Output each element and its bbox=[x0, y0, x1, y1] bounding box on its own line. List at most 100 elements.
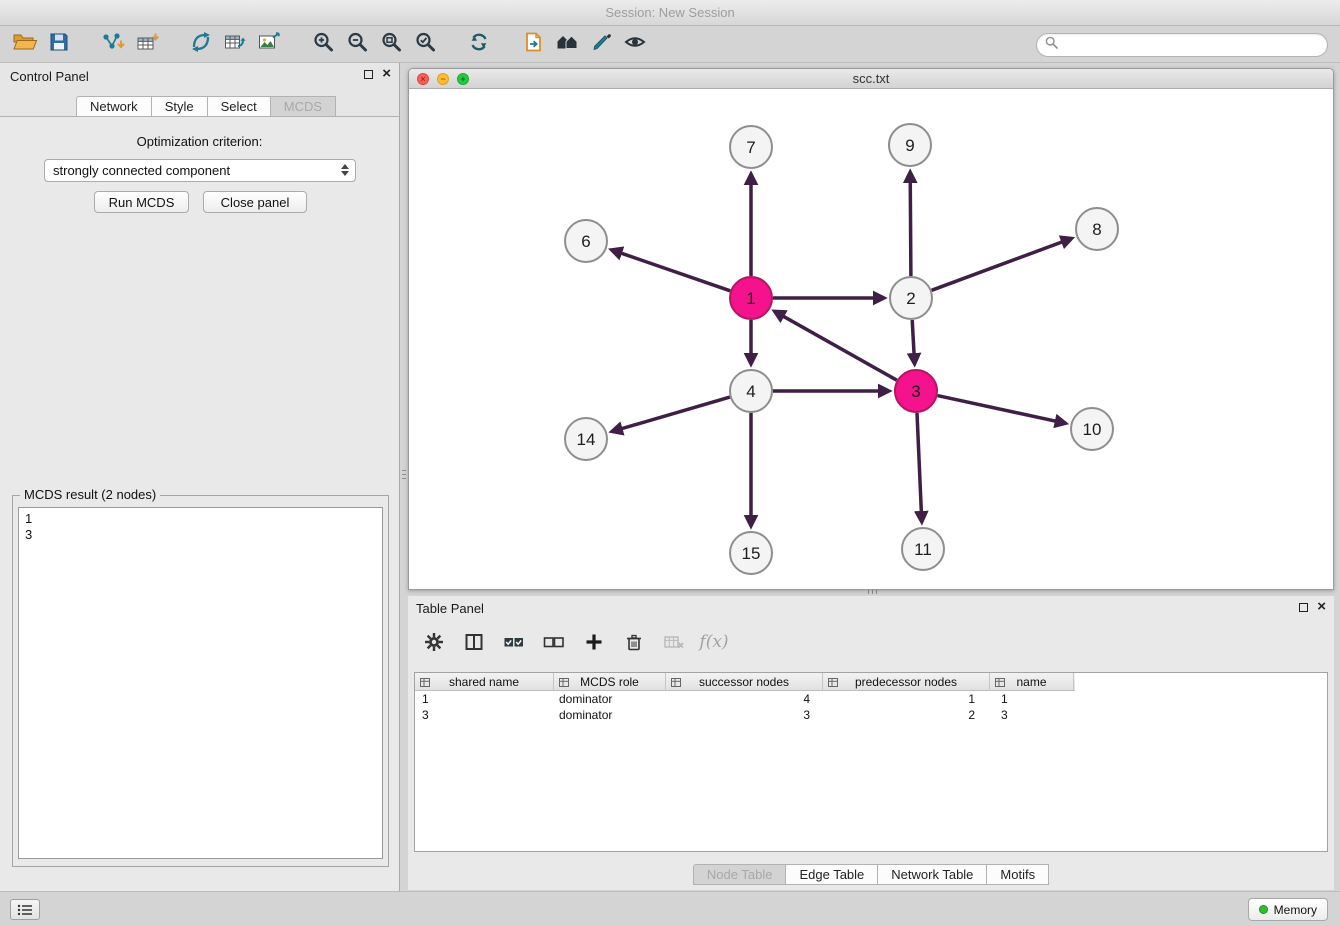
criterion-select[interactable]: strongly connected component bbox=[44, 159, 356, 182]
open-session-button[interactable] bbox=[8, 30, 42, 60]
column-edit-icon bbox=[420, 677, 430, 688]
graph-node-1[interactable]: 1 bbox=[730, 277, 772, 319]
mcds-result-list[interactable]: 13 bbox=[18, 507, 383, 859]
table-cell[interactable]: 1 bbox=[823, 691, 990, 707]
column-header-successor-nodes[interactable]: successor nodes bbox=[666, 673, 823, 691]
column-header-shared-name[interactable]: shared name bbox=[415, 673, 554, 691]
network-canvas[interactable]: 7 9 6 8 1 2 4 3 14 10 15 11 bbox=[409, 90, 1333, 589]
table-cell[interactable]: 1 bbox=[415, 691, 554, 707]
graph-node-10[interactable]: 10 bbox=[1071, 408, 1113, 450]
graph-node-11[interactable]: 11 bbox=[902, 528, 944, 570]
delete-row-button[interactable] bbox=[622, 630, 646, 654]
maximize-window-icon[interactable]: + bbox=[457, 73, 469, 85]
show-details-button[interactable] bbox=[618, 30, 652, 60]
graph-node-9[interactable]: 9 bbox=[889, 124, 931, 166]
table-cell[interactable]: 4 bbox=[666, 691, 823, 707]
graph-node-4[interactable]: 4 bbox=[730, 370, 772, 412]
import-network-button[interactable] bbox=[96, 30, 130, 60]
column-header-predecessor-nodes[interactable]: predecessor nodes bbox=[823, 673, 990, 691]
search-input[interactable] bbox=[1063, 37, 1319, 54]
graph-node-3[interactable]: 3 bbox=[895, 370, 937, 412]
graph-node-14[interactable]: 14 bbox=[565, 418, 607, 460]
vertical-splitter-handle[interactable] bbox=[401, 460, 407, 488]
table-cell[interactable]: 1 bbox=[990, 691, 1074, 707]
graph-edge-3-11[interactable] bbox=[917, 413, 922, 522]
quick-search-field[interactable] bbox=[1036, 33, 1328, 57]
tab-motifs[interactable]: Motifs bbox=[987, 864, 1049, 885]
zoom-out-button[interactable] bbox=[340, 30, 374, 60]
pen-brush-icon bbox=[590, 31, 612, 58]
show-hidden-panels-button[interactable] bbox=[10, 899, 40, 920]
table-cell[interactable]: 3 bbox=[415, 707, 554, 723]
table-cell[interactable]: dominator bbox=[554, 707, 666, 723]
tab-node-table[interactable]: Node Table bbox=[693, 864, 787, 885]
mcds-result-line: 3 bbox=[25, 527, 376, 543]
new-table-button[interactable] bbox=[218, 30, 252, 60]
save-session-button[interactable] bbox=[42, 30, 76, 60]
tab-network[interactable]: Network bbox=[76, 96, 152, 117]
control-panel: Control Panel × Network Style Select MCD… bbox=[0, 63, 400, 892]
run-mcds-button[interactable]: Run MCDS bbox=[94, 191, 189, 213]
column-header-name[interactable]: name bbox=[990, 673, 1074, 691]
graph-node-6[interactable]: 6 bbox=[565, 220, 607, 262]
node-table[interactable]: shared name MCDS role successor nodes pr… bbox=[414, 672, 1328, 852]
network-arrows-icon bbox=[190, 31, 212, 58]
table-cell[interactable]: 3 bbox=[666, 707, 823, 723]
graph-edge-3-1[interactable] bbox=[775, 311, 897, 380]
table-row[interactable]: 1dominator411 bbox=[415, 691, 1327, 707]
graph-edge-2-3[interactable] bbox=[912, 320, 914, 364]
minimize-window-icon[interactable]: − bbox=[437, 73, 449, 85]
graph-edge-3-10[interactable] bbox=[938, 396, 1066, 424]
graph-node-2[interactable]: 2 bbox=[890, 277, 932, 319]
column-edit-icon bbox=[671, 677, 681, 688]
zoom-in-button[interactable] bbox=[306, 30, 340, 60]
network-window-titlebar[interactable]: × − + scc.txt bbox=[409, 69, 1333, 89]
tab-select[interactable]: Select bbox=[208, 96, 271, 117]
graph-edge-4-14[interactable] bbox=[612, 397, 730, 431]
graph-edge-2-9[interactable] bbox=[910, 172, 911, 276]
annotations-button[interactable] bbox=[584, 30, 618, 60]
export-image-button[interactable] bbox=[252, 30, 286, 60]
new-network-button[interactable] bbox=[184, 30, 218, 60]
graph-node-label: 10 bbox=[1083, 420, 1102, 439]
table-cell[interactable]: 2 bbox=[823, 707, 990, 723]
select-all-rows-button[interactable] bbox=[502, 630, 526, 654]
float-table-panel-icon[interactable] bbox=[1299, 603, 1308, 612]
show-columns-button[interactable] bbox=[462, 630, 486, 654]
float-panel-icon[interactable] bbox=[364, 70, 373, 79]
refresh-view-button[interactable] bbox=[462, 30, 496, 60]
graph-edge-1-6[interactable] bbox=[612, 250, 731, 291]
zoom-selected-button[interactable] bbox=[408, 30, 442, 60]
first-neighbors-button[interactable] bbox=[550, 30, 584, 60]
graph-edge-2-8[interactable] bbox=[932, 238, 1072, 290]
tab-style[interactable]: Style bbox=[152, 96, 208, 117]
table-settings-button[interactable] bbox=[422, 630, 446, 654]
tab-mcds[interactable]: MCDS bbox=[271, 96, 336, 117]
import-network-icon bbox=[101, 31, 125, 58]
network-graph[interactable]: 7 9 6 8 1 2 4 3 14 10 15 11 bbox=[409, 90, 1333, 589]
close-window-icon[interactable]: × bbox=[417, 73, 429, 85]
memory-button[interactable]: Memory bbox=[1248, 898, 1328, 921]
graph-node-label: 15 bbox=[742, 544, 761, 563]
deselect-all-icon bbox=[542, 631, 566, 653]
graph-node-8[interactable]: 8 bbox=[1076, 208, 1118, 250]
graph-node-15[interactable]: 15 bbox=[730, 532, 772, 574]
tab-edge-table[interactable]: Edge Table bbox=[786, 864, 878, 885]
zoom-fit-button[interactable] bbox=[374, 30, 408, 60]
table-cell[interactable]: dominator bbox=[554, 691, 666, 707]
close-panel-button[interactable]: Close panel bbox=[203, 191, 307, 213]
close-table-panel-icon[interactable]: × bbox=[1317, 601, 1326, 613]
graph-node-7[interactable]: 7 bbox=[730, 126, 772, 168]
column-header-mcds-role[interactable]: MCDS role bbox=[554, 673, 666, 691]
apply-style-button[interactable] bbox=[516, 30, 550, 60]
import-table-button[interactable] bbox=[130, 30, 164, 60]
tab-network-table[interactable]: Network Table bbox=[878, 864, 987, 885]
add-row-button[interactable] bbox=[582, 630, 606, 654]
table-toolbar: f(x) bbox=[408, 626, 726, 658]
deselect-all-rows-button[interactable] bbox=[542, 630, 566, 654]
close-panel-icon[interactable]: × bbox=[382, 68, 391, 80]
table-cell[interactable]: 3 bbox=[990, 707, 1074, 723]
table-row[interactable]: 3dominator323 bbox=[415, 707, 1327, 723]
list-icon bbox=[17, 904, 33, 916]
import-table-icon bbox=[135, 31, 159, 58]
